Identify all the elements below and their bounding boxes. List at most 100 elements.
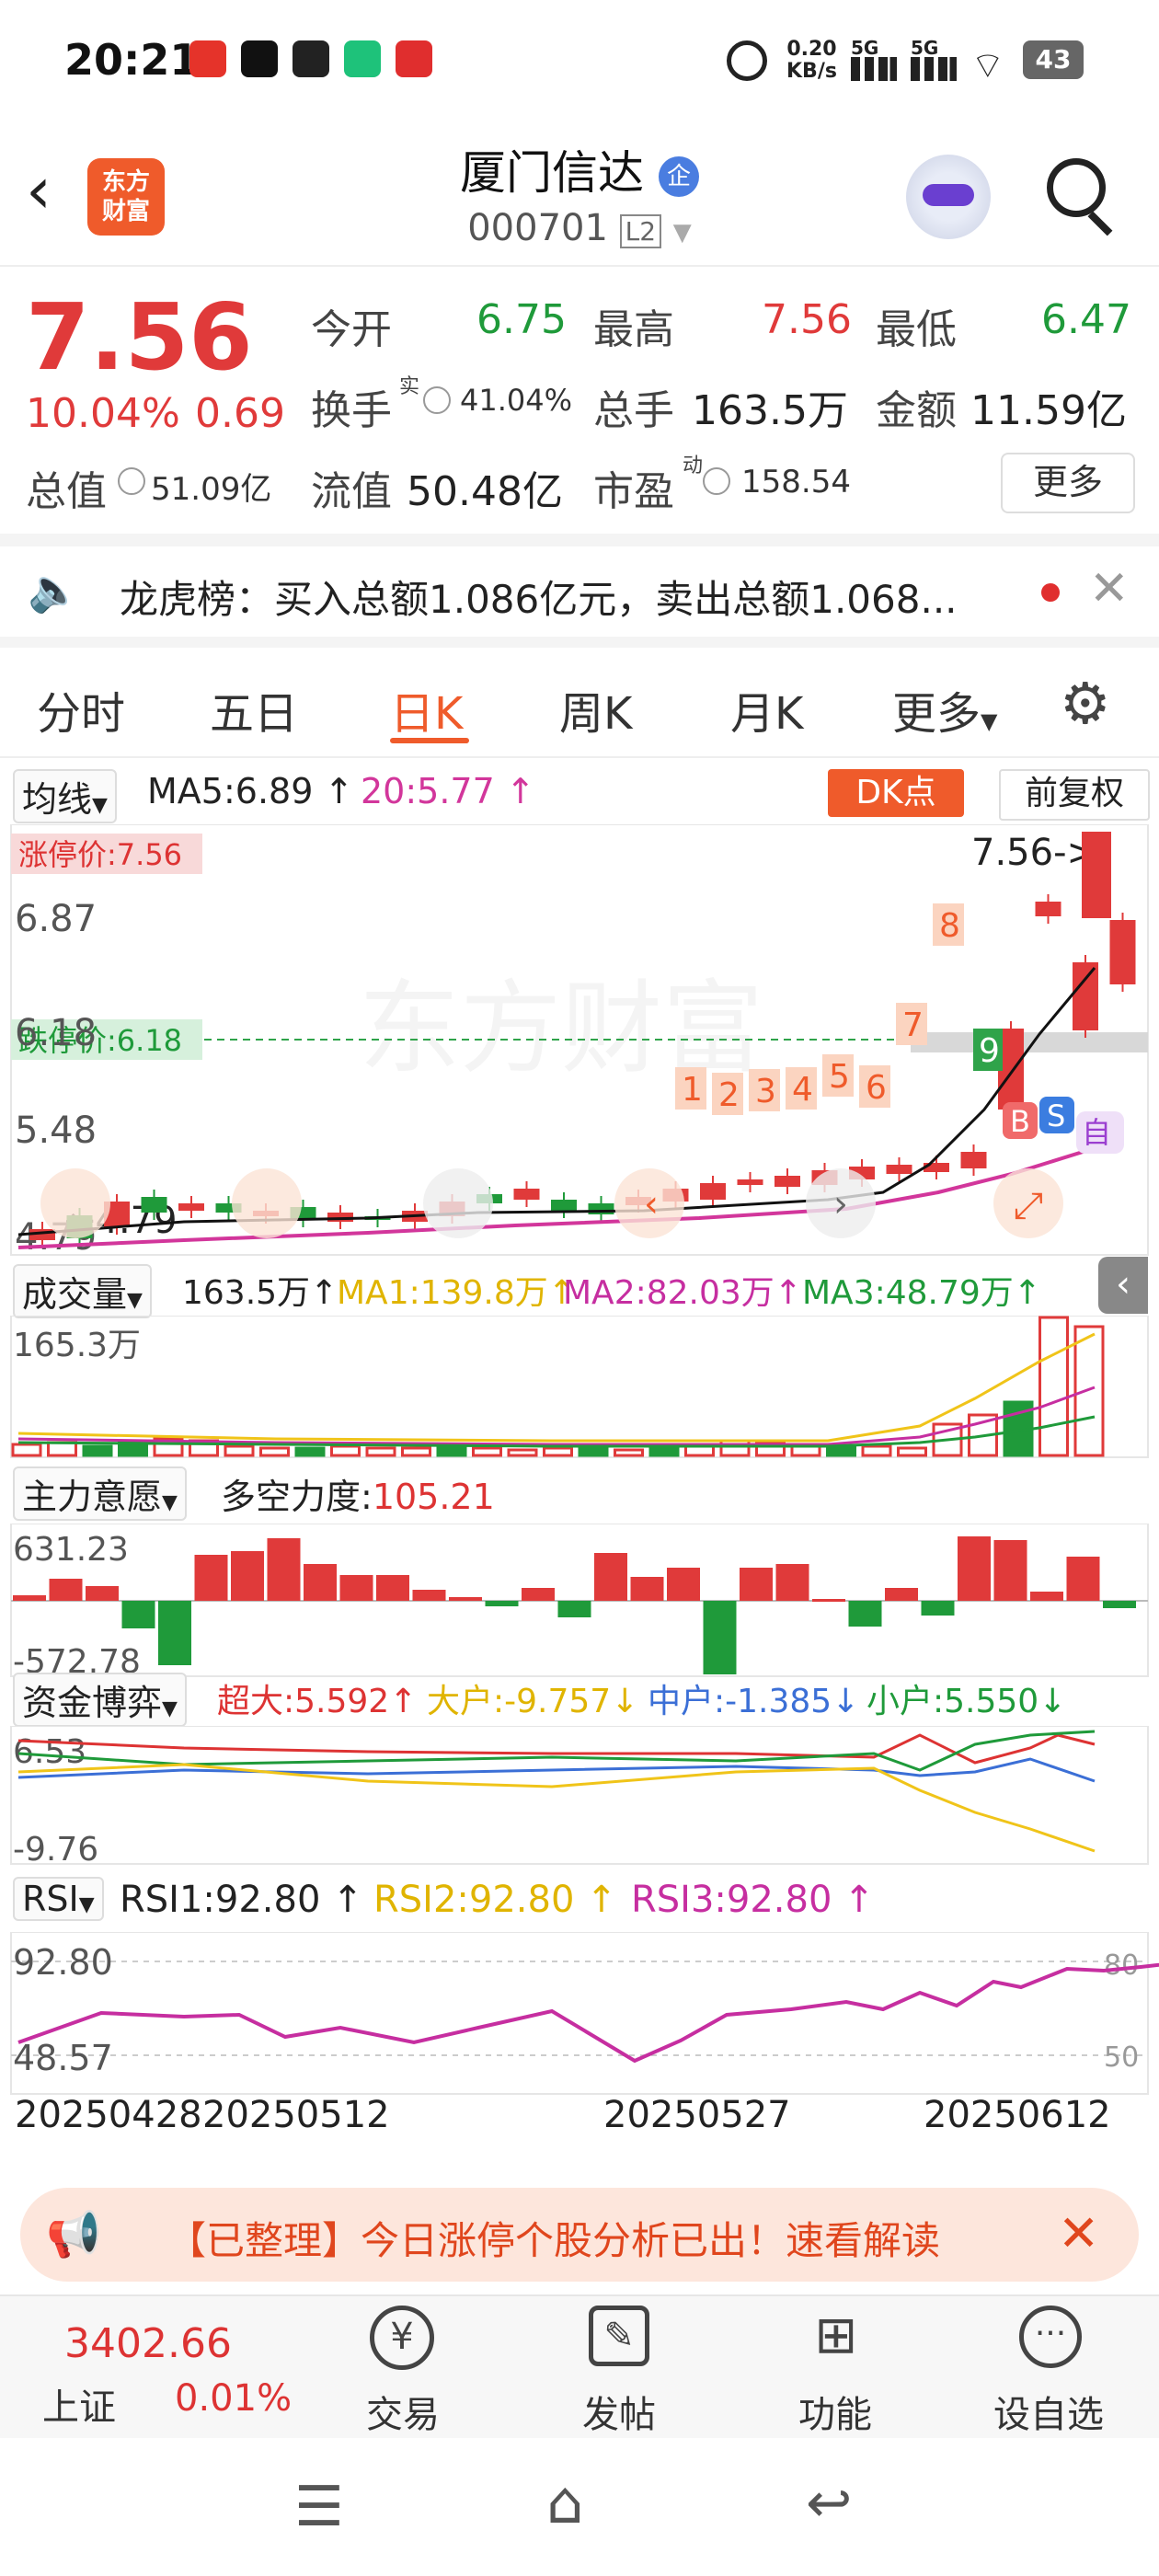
nav-post[interactable]: 发帖 — [527, 2385, 711, 2438]
volume-bar — [436, 1444, 467, 1457]
home-icon[interactable]: ⌂ — [546, 2469, 584, 2537]
date-tick: 20250428 — [15, 2094, 202, 2136]
funds-chart: 6.53 -9.76 — [10, 1726, 1149, 1866]
candle — [588, 1203, 614, 1214]
tab-more[interactable]: 更多▼ — [892, 677, 997, 742]
index-name[interactable]: 上证 — [42, 2377, 116, 2431]
alipay-icon — [293, 40, 329, 77]
y-tick: 6.87 — [15, 898, 97, 940]
candle — [700, 1183, 726, 1200]
ma20-value: 20:5.77 ↑ — [361, 771, 535, 811]
info-icon[interactable] — [703, 467, 730, 495]
dk-point-button[interactable]: DK点 — [828, 769, 964, 817]
tab-five-day[interactable]: 五日 — [210, 677, 298, 742]
search-icon[interactable] — [1047, 158, 1106, 217]
phone-app-icon — [344, 40, 381, 77]
funds-max-tick: 6.53 — [13, 1733, 86, 1771]
force-max-tick: 631.23 — [13, 1531, 129, 1569]
force-bar — [557, 1601, 591, 1617]
chevron-right-icon: › — [833, 1183, 848, 1225]
promo-banner[interactable]: 📢 【已整理】今日涨停个股分析已出！速看解读 ✕ — [20, 2188, 1139, 2282]
gear-icon[interactable]: ⚙ — [1060, 675, 1111, 732]
funds-min-tick: -9.76 — [13, 1831, 98, 1866]
volume-bar — [294, 1446, 326, 1457]
info-icon[interactable] — [118, 467, 145, 495]
signal-icon-1 — [851, 57, 897, 81]
mcap-label: 总值 — [26, 468, 107, 515]
nine-tag: 9 — [979, 1032, 1000, 1070]
volume-bar — [790, 1444, 821, 1457]
date-tick: 20250612 — [924, 2094, 1111, 2136]
turnover-label: 换手 — [311, 387, 392, 434]
collapse-panel-button[interactable]: ‹ — [1098, 1257, 1148, 1314]
volume-bar — [82, 1444, 113, 1457]
candle — [775, 1176, 800, 1187]
volume-dropdown[interactable]: 成交量▼ — [13, 1264, 152, 1318]
candle — [886, 1165, 912, 1174]
divider — [0, 637, 1159, 648]
nav-trade[interactable]: 交易 — [311, 2385, 495, 2438]
rsi1-value: RSI1:92.80 ↑ — [120, 1879, 363, 1921]
info-icon[interactable] — [423, 386, 451, 414]
nav-add-watch[interactable]: 设自选 — [957, 2385, 1141, 2438]
volume-bar — [1073, 1325, 1105, 1457]
candle — [1035, 902, 1061, 916]
force-bar — [304, 1564, 337, 1601]
index-value[interactable]: 3402.66 — [64, 2320, 232, 2367]
force-dropdown[interactable]: 主力意愿▼ — [13, 1466, 187, 1521]
zoom-in-button[interactable] — [423, 1168, 493, 1238]
ma-dropdown[interactable]: 均线▼ — [13, 769, 117, 823]
kline-chart[interactable]: 东方财富 涨停价:7.56 跌停价:6.18 6.87 6.18 5.48 4.… — [0, 824, 1159, 1257]
force-bar — [49, 1579, 83, 1601]
volume-bar — [543, 1446, 573, 1457]
buy-mark-label: B — [1010, 1104, 1030, 1139]
funds-mid: 中户:-1.385↓ — [648, 1683, 860, 1720]
zoom-out-button[interactable] — [232, 1168, 302, 1238]
tab-monthly-k[interactable]: 月K — [730, 677, 803, 742]
close-icon[interactable]: ✕ — [1089, 561, 1130, 616]
force-bar — [775, 1564, 809, 1601]
rsi-dropdown[interactable]: RSI▼ — [13, 1877, 104, 1921]
force-bar — [412, 1590, 446, 1601]
chevron-down-icon: ▼ — [981, 708, 998, 734]
more-button[interactable]: 更多 — [1001, 453, 1135, 513]
menu-icon[interactable]: ☰ — [294, 2475, 344, 2539]
index-change[interactable]: 0.01% — [175, 2377, 292, 2420]
force-bar — [376, 1575, 409, 1601]
force-bar — [740, 1568, 773, 1601]
scroll-left-far-button[interactable] — [40, 1168, 110, 1238]
tab-weekly-k[interactable]: 周K — [559, 677, 632, 742]
rsi-50-tick: 50 — [1104, 2041, 1139, 2074]
turnover-value: 41.04% — [460, 383, 573, 418]
dragon-tiger-notice[interactable]: 龙虎榜：买入总额1.086亿元，卖出总额1.068... — [120, 569, 1003, 625]
volume-bar — [1039, 1316, 1069, 1457]
robot-assistant-icon[interactable] — [906, 155, 991, 239]
force-bar — [993, 1540, 1027, 1601]
nav-function[interactable]: 功能 — [743, 2385, 927, 2438]
turnover-sup: 实 — [399, 375, 420, 398]
close-icon[interactable]: ✕ — [1058, 2204, 1099, 2262]
vol-ma1: MA1:139.8万↑ — [337, 1274, 576, 1312]
number-tag: 8 — [939, 907, 960, 945]
mcap-value: 51.09亿 — [151, 471, 272, 508]
y-tick: 5.48 — [15, 1110, 97, 1152]
adjust-button[interactable]: 前复权 — [999, 769, 1150, 821]
tab-intraday[interactable]: 分时 — [37, 677, 125, 742]
funds-dropdown[interactable]: 资金博弈▼ — [13, 1673, 187, 1727]
price-change-percent: 10.04% — [26, 390, 180, 437]
net-speed: 0.20 KB/s — [786, 38, 837, 83]
force-bar — [812, 1599, 845, 1602]
vol-ma2: MA2:82.03万↑ — [563, 1274, 802, 1312]
rsi-chart: 92.80 48.57 80 50 — [10, 1932, 1159, 2095]
volume-bar — [472, 1446, 502, 1457]
candle — [1109, 920, 1136, 984]
candle — [960, 1152, 987, 1168]
back-nav-icon[interactable]: ↩ — [806, 2471, 852, 2536]
force-bar — [339, 1575, 373, 1601]
alarm-icon — [727, 40, 767, 81]
low-label: 最低 — [876, 306, 957, 353]
tab-daily-k[interactable]: 日K — [390, 677, 463, 742]
rsi-min-tick: 48.57 — [13, 2038, 113, 2078]
number-tag: 5 — [829, 1058, 850, 1096]
force-bar — [1103, 1601, 1136, 1608]
